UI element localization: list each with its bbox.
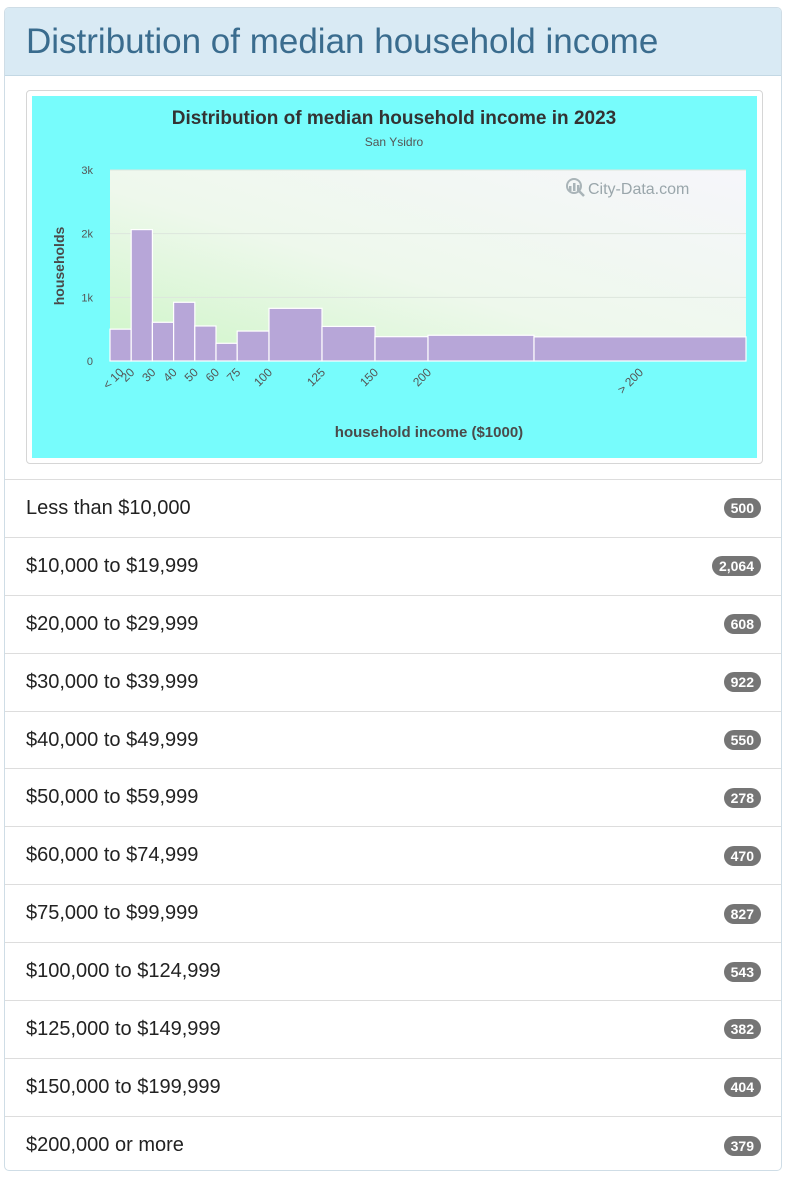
table-row: $200,000 or more 379 <box>5 1117 781 1170</box>
income-range-label: $40,000 to $49,999 <box>26 728 199 751</box>
household-count-badge: 278 <box>723 787 761 808</box>
income-range-label: $150,000 to $199,999 <box>26 1075 221 1098</box>
table-row: $40,000 to $49,999 550 <box>5 712 781 770</box>
household-count-badge: 827 <box>723 903 761 924</box>
income-range-label: Less than $10,000 <box>26 496 191 519</box>
table-row: $50,000 to $59,999 278 <box>5 769 781 828</box>
table-row: $100,000 to $124,999 543 <box>5 943 781 1002</box>
income-table: Less than $10,000 500 $10,000 to $19,999 2,… <box>5 480 781 1170</box>
chart-title: Distribution of median household income … <box>172 108 616 129</box>
histogram-bar <box>173 301 196 362</box>
y-tick-label: 1k <box>81 292 93 304</box>
histogram-bar <box>151 321 175 362</box>
histogram-bar <box>374 336 429 362</box>
y-axis-label: households <box>51 227 67 306</box>
y-tick-label: 2k <box>81 229 93 241</box>
histogram-bar <box>130 228 153 362</box>
panel-title: Distribution of median household income <box>26 21 659 61</box>
table-row: $125,000 to $149,999 382 <box>5 1001 781 1059</box>
household-count-badge: 922 <box>723 672 761 693</box>
table-row: $20,000 to $29,999 608 <box>5 596 781 654</box>
household-count-badge: 379 <box>723 1135 761 1156</box>
table-row: $60,000 to $74,999 470 <box>5 827 781 886</box>
income-range-label: $60,000 to $74,999 <box>26 844 199 867</box>
income-range-label: $200,000 or more <box>26 1134 184 1157</box>
x-axis-label: household income ($1000) <box>335 424 523 441</box>
table-row: Less than $10,000 500 <box>5 480 781 538</box>
household-count-badge: 404 <box>723 1077 761 1098</box>
table-row: $30,000 to $39,999 922 <box>5 654 781 712</box>
household-count-badge: 470 <box>723 845 761 866</box>
household-count-badge: 382 <box>723 1019 761 1040</box>
household-count-badge: 608 <box>723 614 761 635</box>
income-range-label: $50,000 to $59,999 <box>26 786 199 809</box>
income-range-label: $10,000 to $19,999 <box>26 554 199 577</box>
chart-frame: 0 1k 2k 3k < 10 20 30 40 50 60 75 100 125 150 200 > 20… <box>26 90 763 464</box>
income-panel: Distribution of median household income … <box>4 7 782 1171</box>
income-range-label: $30,000 to $39,999 <box>26 670 199 693</box>
household-count-badge: 550 <box>723 730 761 750</box>
income-range-label: $75,000 to $99,999 <box>26 902 199 925</box>
household-count-badge: 543 <box>723 961 761 982</box>
income-range-label: $100,000 to $124,999 <box>26 960 221 983</box>
income-range-label: $20,000 to $29,999 <box>26 612 199 635</box>
watermark-text: City-Data.com <box>588 181 689 198</box>
histogram-bar <box>215 342 238 362</box>
table-row: $10,000 to $19,999 2,064 <box>5 538 781 596</box>
y-tick-label: 0 <box>87 356 93 368</box>
histogram-bar <box>109 328 132 362</box>
household-count-badge: 500 <box>723 498 761 519</box>
chart-container: 0 1k 2k 3k < 10 20 30 40 50 60 75 100 125 150 200 > 20… <box>5 76 781 480</box>
household-count-badge: 2,064 <box>711 556 761 577</box>
chart-subtitle: San Ysidro <box>365 135 424 149</box>
histogram-bar <box>236 330 270 362</box>
income-range-label: $125,000 to $149,999 <box>26 1017 221 1040</box>
histogram-bar <box>321 325 376 362</box>
table-row: $75,000 to $99,999 827 <box>5 885 781 944</box>
histogram-bar <box>194 325 217 362</box>
table-row: $150,000 to $199,999 404 <box>5 1059 781 1117</box>
y-tick-label: 3k <box>81 165 93 177</box>
income-histogram: 01k2k3k < 1020 30 40 50 60 75 100 125 150 200 > 20… <box>32 96 757 458</box>
histogram-bar <box>533 336 747 362</box>
panel-heading: Distribution of median household income <box>5 8 781 76</box>
histogram-bar <box>268 307 323 362</box>
histogram-bar <box>427 334 535 362</box>
